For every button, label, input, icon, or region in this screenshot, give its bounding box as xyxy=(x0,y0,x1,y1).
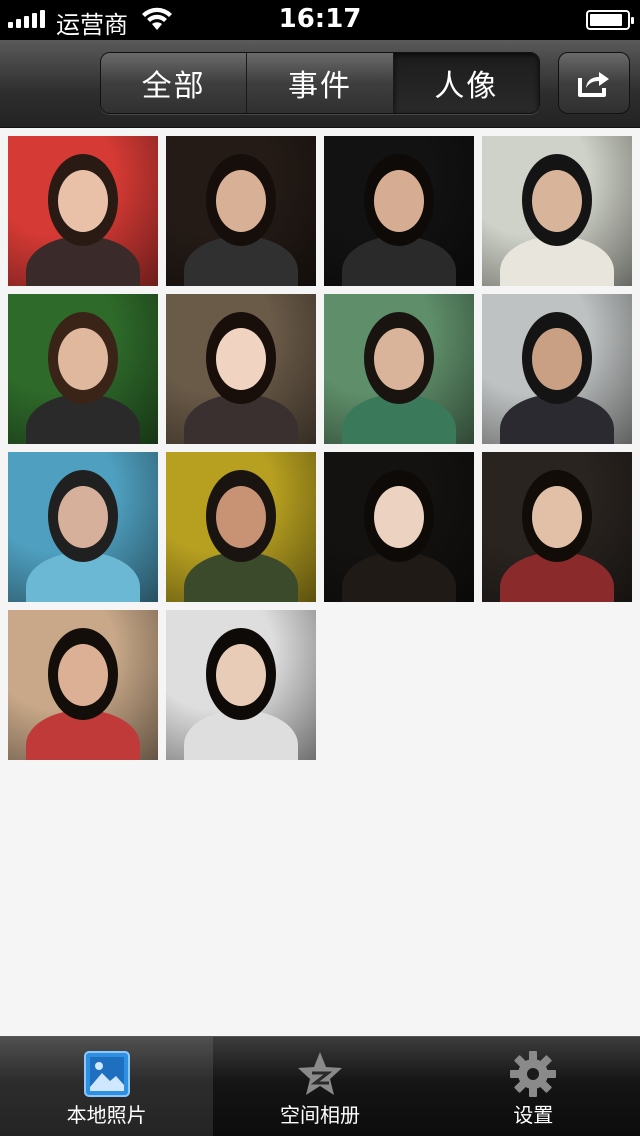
photo-thumbnail[interactable] xyxy=(482,294,632,444)
photo-thumbnail[interactable] xyxy=(8,294,158,444)
photo-thumbnail[interactable] xyxy=(166,610,316,760)
person-face xyxy=(532,170,582,232)
status-bar: 运营商 16:17 xyxy=(0,0,640,40)
person-face xyxy=(216,644,266,706)
person-face xyxy=(532,328,582,390)
person-face xyxy=(532,486,582,548)
person-face xyxy=(216,328,266,390)
tab-label: 空间相册 xyxy=(279,1103,360,1127)
tab-qzone-album[interactable]: 空间相册 xyxy=(213,1037,426,1136)
photo-thumbnail[interactable] xyxy=(166,452,316,602)
tab-label: 本地照片 xyxy=(66,1103,147,1127)
share-button[interactable] xyxy=(558,52,630,114)
person-face xyxy=(58,328,108,390)
photo-thumbnail[interactable] xyxy=(482,452,632,602)
photo-thumbnail[interactable] xyxy=(8,136,158,286)
photo-thumbnail[interactable] xyxy=(166,294,316,444)
segment-all[interactable]: 全部 xyxy=(101,53,248,113)
person-face xyxy=(58,644,108,706)
photo-thumbnail[interactable] xyxy=(324,294,474,444)
tab-bar: 本地照片 空间相册 设置 xyxy=(0,1036,640,1136)
photo-grid xyxy=(8,136,632,760)
segment-portraits[interactable]: 人像 xyxy=(393,53,539,113)
tab-label: 设置 xyxy=(513,1103,554,1127)
photo-thumbnail[interactable] xyxy=(8,452,158,602)
gear-icon xyxy=(510,1051,557,1097)
photo-thumbnail[interactable] xyxy=(482,136,632,286)
tab-settings[interactable]: 设置 xyxy=(427,1037,640,1136)
segment-events[interactable]: 事件 xyxy=(247,53,394,113)
person-face xyxy=(374,328,424,390)
person-face xyxy=(374,486,424,548)
person-face xyxy=(216,486,266,548)
photo-thumbnail[interactable] xyxy=(166,136,316,286)
person-face xyxy=(58,486,108,548)
share-icon xyxy=(578,72,609,97)
photo-thumbnail[interactable] xyxy=(8,610,158,760)
person-face xyxy=(374,170,424,232)
photo-icon xyxy=(83,1051,130,1097)
tab-local-photos[interactable]: 本地照片 xyxy=(0,1037,214,1136)
navigation-bar: 全部 事件 人像 xyxy=(0,40,640,128)
qzone-star-icon xyxy=(297,1052,342,1095)
person-face xyxy=(58,170,108,232)
photo-thumbnail[interactable] xyxy=(324,452,474,602)
filter-segmented-control: 全部 事件 人像 xyxy=(100,52,540,114)
battery-icon xyxy=(586,10,634,30)
person-face xyxy=(216,170,266,232)
photo-thumbnail[interactable] xyxy=(324,136,474,286)
status-time: 16:17 xyxy=(278,4,362,34)
battery-level xyxy=(590,14,623,26)
